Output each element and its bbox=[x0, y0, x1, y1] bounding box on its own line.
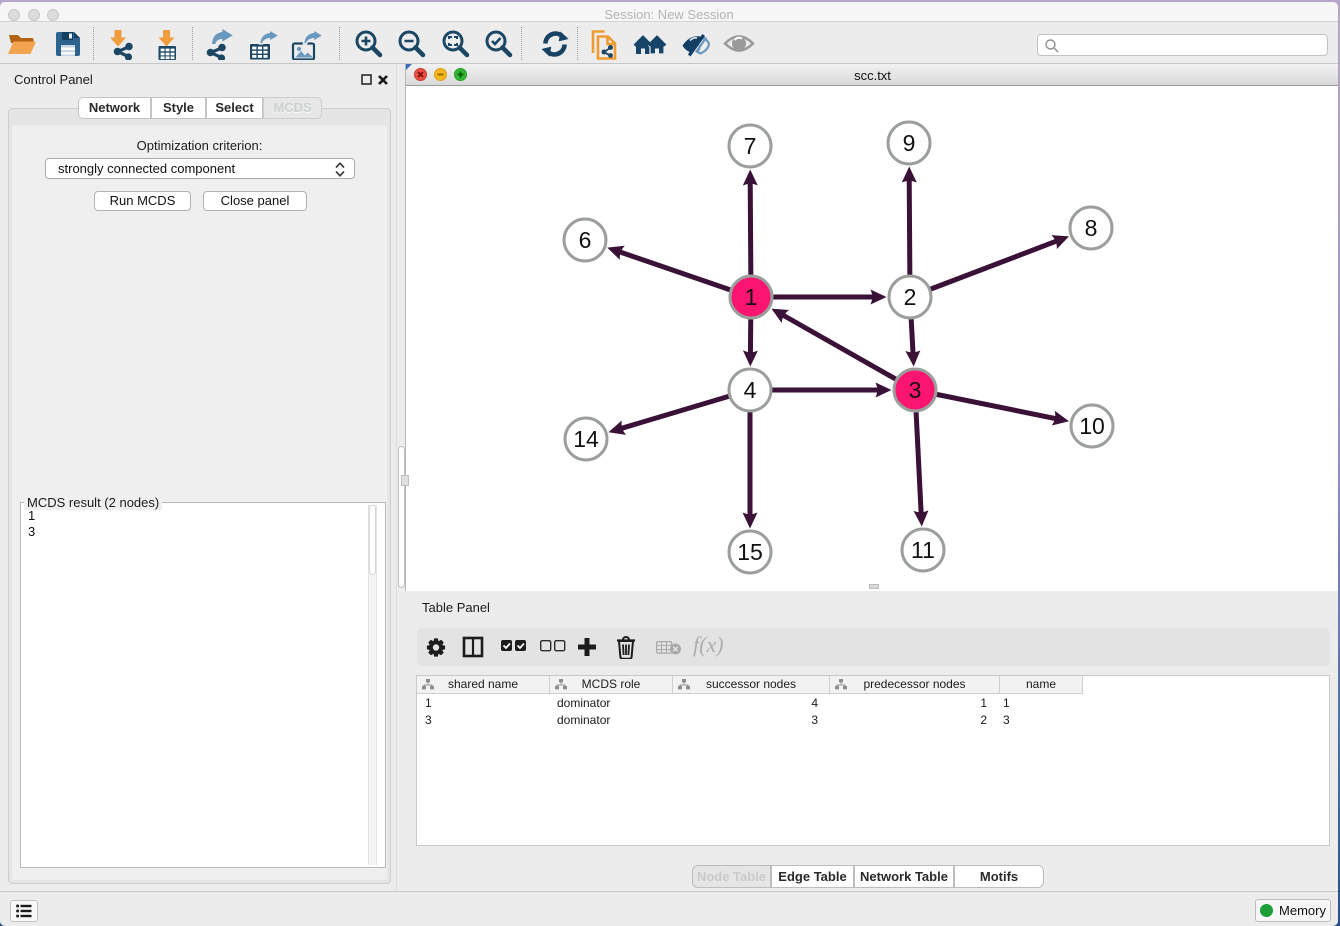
svg-text:14: 14 bbox=[573, 426, 599, 452]
svg-text:15: 15 bbox=[737, 539, 763, 565]
svg-text:6: 6 bbox=[579, 227, 592, 253]
svg-text:10: 10 bbox=[1079, 413, 1105, 439]
svg-text:8: 8 bbox=[1085, 215, 1098, 241]
svg-text:9: 9 bbox=[903, 130, 916, 156]
svg-text:3: 3 bbox=[909, 377, 922, 403]
svg-text:1: 1 bbox=[745, 284, 758, 310]
svg-text:7: 7 bbox=[744, 133, 757, 159]
svg-text:4: 4 bbox=[744, 377, 757, 403]
svg-text:2: 2 bbox=[904, 284, 917, 310]
svg-text:11: 11 bbox=[911, 537, 935, 563]
